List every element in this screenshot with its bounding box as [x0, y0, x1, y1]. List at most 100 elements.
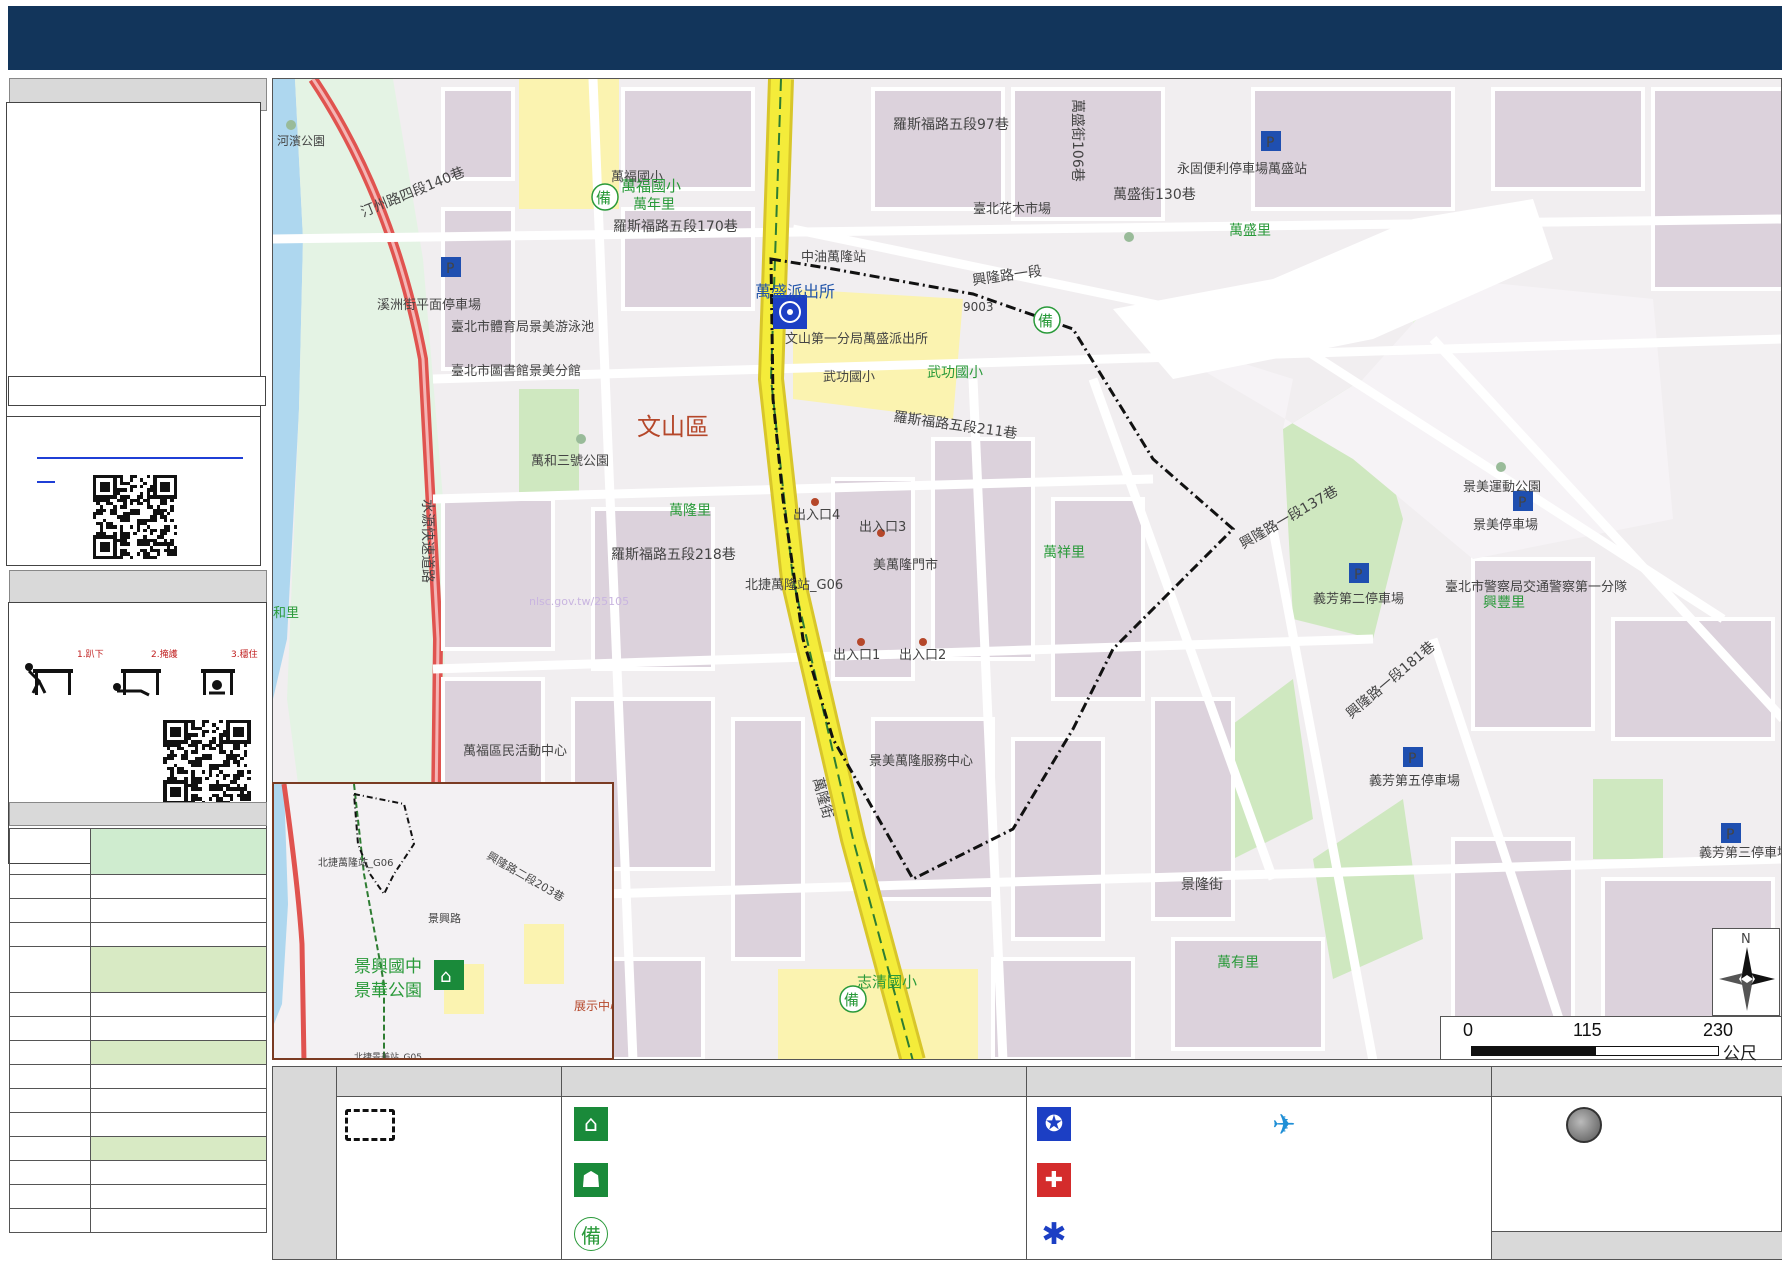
village-label-xingfeng: 興豐里 [1483, 595, 1525, 611]
qr-panel [6, 416, 261, 566]
north-label: N [1741, 932, 1751, 947]
inset-shelter-icon: ⌂ [434, 960, 464, 990]
poi-label-3: 中油萬隆站 [801, 250, 866, 265]
park-label-riverside: 河濱公園 [277, 134, 325, 148]
village-label-wanyou: 萬有里 [1217, 955, 1259, 971]
poi-label-13: 景美萬隆服務中心 [869, 754, 973, 769]
bei-icon-2: 備 [1033, 306, 1061, 334]
parking-icon-6: P [1721, 823, 1741, 843]
road-label-2: 羅斯福路五段97巷 [893, 117, 1009, 133]
mrt-exit-1-label: 出入口1 [833, 648, 880, 663]
inset-label-road: 興隆路二段203巷 [485, 848, 567, 904]
road-label-11: 萬盛街106巷 [1069, 99, 1085, 182]
inset-map[interactable]: ⌂ 景興國中 景華公園 興隆路二段203巷 景興路 北捷萬隆站_G06 北捷景美… [272, 782, 614, 1060]
village-label-he: 和里 [273, 606, 299, 621]
bei-icon-1: 備 [591, 183, 619, 211]
legend-col-shelter: ⌂ ☗ 備 [562, 1067, 1027, 1259]
legend-footer [1492, 1231, 1782, 1259]
svg-text:P: P [1408, 751, 1416, 767]
helicopter-icon: ✈ [1272, 1107, 1296, 1141]
school-zone-wugong [793, 289, 963, 419]
cover-figure-icon [113, 669, 161, 697]
scale-bar-black [1471, 1046, 1595, 1056]
north-arrow-icon: N [1719, 932, 1775, 1011]
left-panel: 1.趴下 2.掩護 3.穩住 [6, 78, 268, 1260]
poi-label-1: 永固便利停車場萬盛站 [1177, 161, 1307, 177]
road-label-13: 景隆街 [1181, 877, 1223, 893]
legend-col-boundary [337, 1067, 562, 1259]
svg-text:P: P [1266, 135, 1274, 151]
compass: N [1712, 928, 1780, 1016]
parking-icon-2: P [441, 257, 461, 277]
road-label-9: 興隆路一段181巷 [1343, 639, 1438, 722]
poi-label-6: 臺北市圖書館景美分館 [451, 363, 581, 379]
road-label-8: 羅斯福路五段218巷 [611, 547, 736, 563]
svg-text:⌂: ⌂ [440, 966, 451, 987]
inset-label-jinghua: 景華公園 [354, 981, 422, 1001]
park-label-wanhe: 萬和三號公園 [531, 454, 609, 469]
svg-text:備: 備 [596, 189, 611, 207]
scale-bar: 0 115 230 公尺 [1440, 1016, 1782, 1064]
village-label-wannian: 萬年里 [633, 197, 675, 213]
scale-tick-1: 115 [1573, 1020, 1602, 1040]
parking-icon-1: P [1261, 131, 1281, 151]
legend: ⌂ ☗ 備 ✪ ✚ ✱ ✈ [272, 1066, 1782, 1260]
school-label-zhiqing: 志清國小 [857, 973, 917, 991]
police-station-label: 萬盛派出所 [755, 282, 835, 301]
village-label-wanlong: 萬隆里 [669, 503, 711, 519]
evacuation-boundary-icon [345, 1109, 395, 1141]
evacuation-site-icon: ☗ [574, 1163, 608, 1197]
quake-step-1-label: 1.趴下 [77, 650, 104, 660]
quake-step-2-label: 2.掩護 [151, 650, 178, 660]
inset-label-exhibit: 展示中心 [574, 998, 614, 1013]
quake-step-3-label: 3.穩住 [231, 650, 258, 660]
mrt-exit-2-label: 出入口2 [899, 648, 946, 663]
inset-label-mrt: 北捷萬隆站_G06 [318, 856, 393, 869]
park-wanhe [519, 389, 579, 499]
school-label-wugong-2: 武功國小 [823, 370, 875, 385]
svg-text:備: 備 [844, 991, 859, 1009]
poi-label-4: 溪洲街平面停車場 [377, 297, 481, 313]
poi-label-15: 美萬隆門市 [873, 557, 938, 573]
fire-station-icon: ✚ [1037, 1163, 1071, 1197]
quake-steps-illustration [25, 663, 235, 697]
parking-icon-5: P [1403, 747, 1423, 767]
inset-label-mrt-g05: 北捷景美站_G05 [354, 1051, 422, 1060]
svg-text:備: 備 [1038, 312, 1053, 330]
svg-text:P: P [446, 261, 454, 277]
parking-icon-4: P [1349, 563, 1369, 583]
section-header-3 [9, 802, 267, 826]
svg-text:P: P [1518, 495, 1526, 511]
legend-col-other [1492, 1067, 1782, 1259]
poi-label-11: 義芳第三停車場 [1699, 845, 1782, 861]
poi-label-5: 臺北市體育局景美游泳池 [451, 319, 594, 335]
road-label-4: 萬盛街130巷 [1113, 187, 1196, 203]
bei-icon: 備 [574, 1217, 608, 1251]
park-4 [1593, 779, 1663, 859]
police-icon: ✪ [1037, 1107, 1071, 1141]
map-watermark: nlsc.gov.tw/25105 [529, 595, 629, 608]
inset-label-jingxing: 景興國中 [354, 957, 422, 977]
poi-label-12: 萬福區民活動中心 [463, 744, 567, 759]
svg-text:P: P [1726, 827, 1734, 843]
shelter-icon: ⌂ [574, 1107, 608, 1141]
poi-label-8: 義芳第二停車場 [1313, 591, 1404, 607]
route-label: 9003 [963, 300, 994, 314]
section-header-2 [9, 570, 267, 603]
title-bar [8, 6, 1782, 70]
scale-unit: 公尺 [1723, 1044, 1757, 1064]
poi-label-2: 臺北花木市場 [973, 201, 1051, 217]
info-footer-1 [8, 376, 266, 406]
poi-label-14: 北捷萬隆站_G06 [745, 578, 843, 593]
village-label-wansheng: 萬盛里 [1229, 223, 1271, 239]
info-panel-1 [6, 102, 261, 420]
police-station-full-label: 文山第一分局萬盛派出所 [785, 332, 928, 347]
info-table [9, 828, 267, 1233]
inset-label-jingxing-road: 景興路 [428, 912, 461, 925]
scale-tick-2: 230 [1703, 1020, 1734, 1040]
legend-col-facilities: ✪ ✚ ✱ ✈ [1027, 1067, 1492, 1259]
link-underline-2[interactable] [37, 481, 55, 483]
poi-label-7: 景美停車場 [1473, 517, 1538, 533]
hold-figure-icon [201, 669, 235, 695]
link-underline[interactable] [37, 457, 243, 459]
